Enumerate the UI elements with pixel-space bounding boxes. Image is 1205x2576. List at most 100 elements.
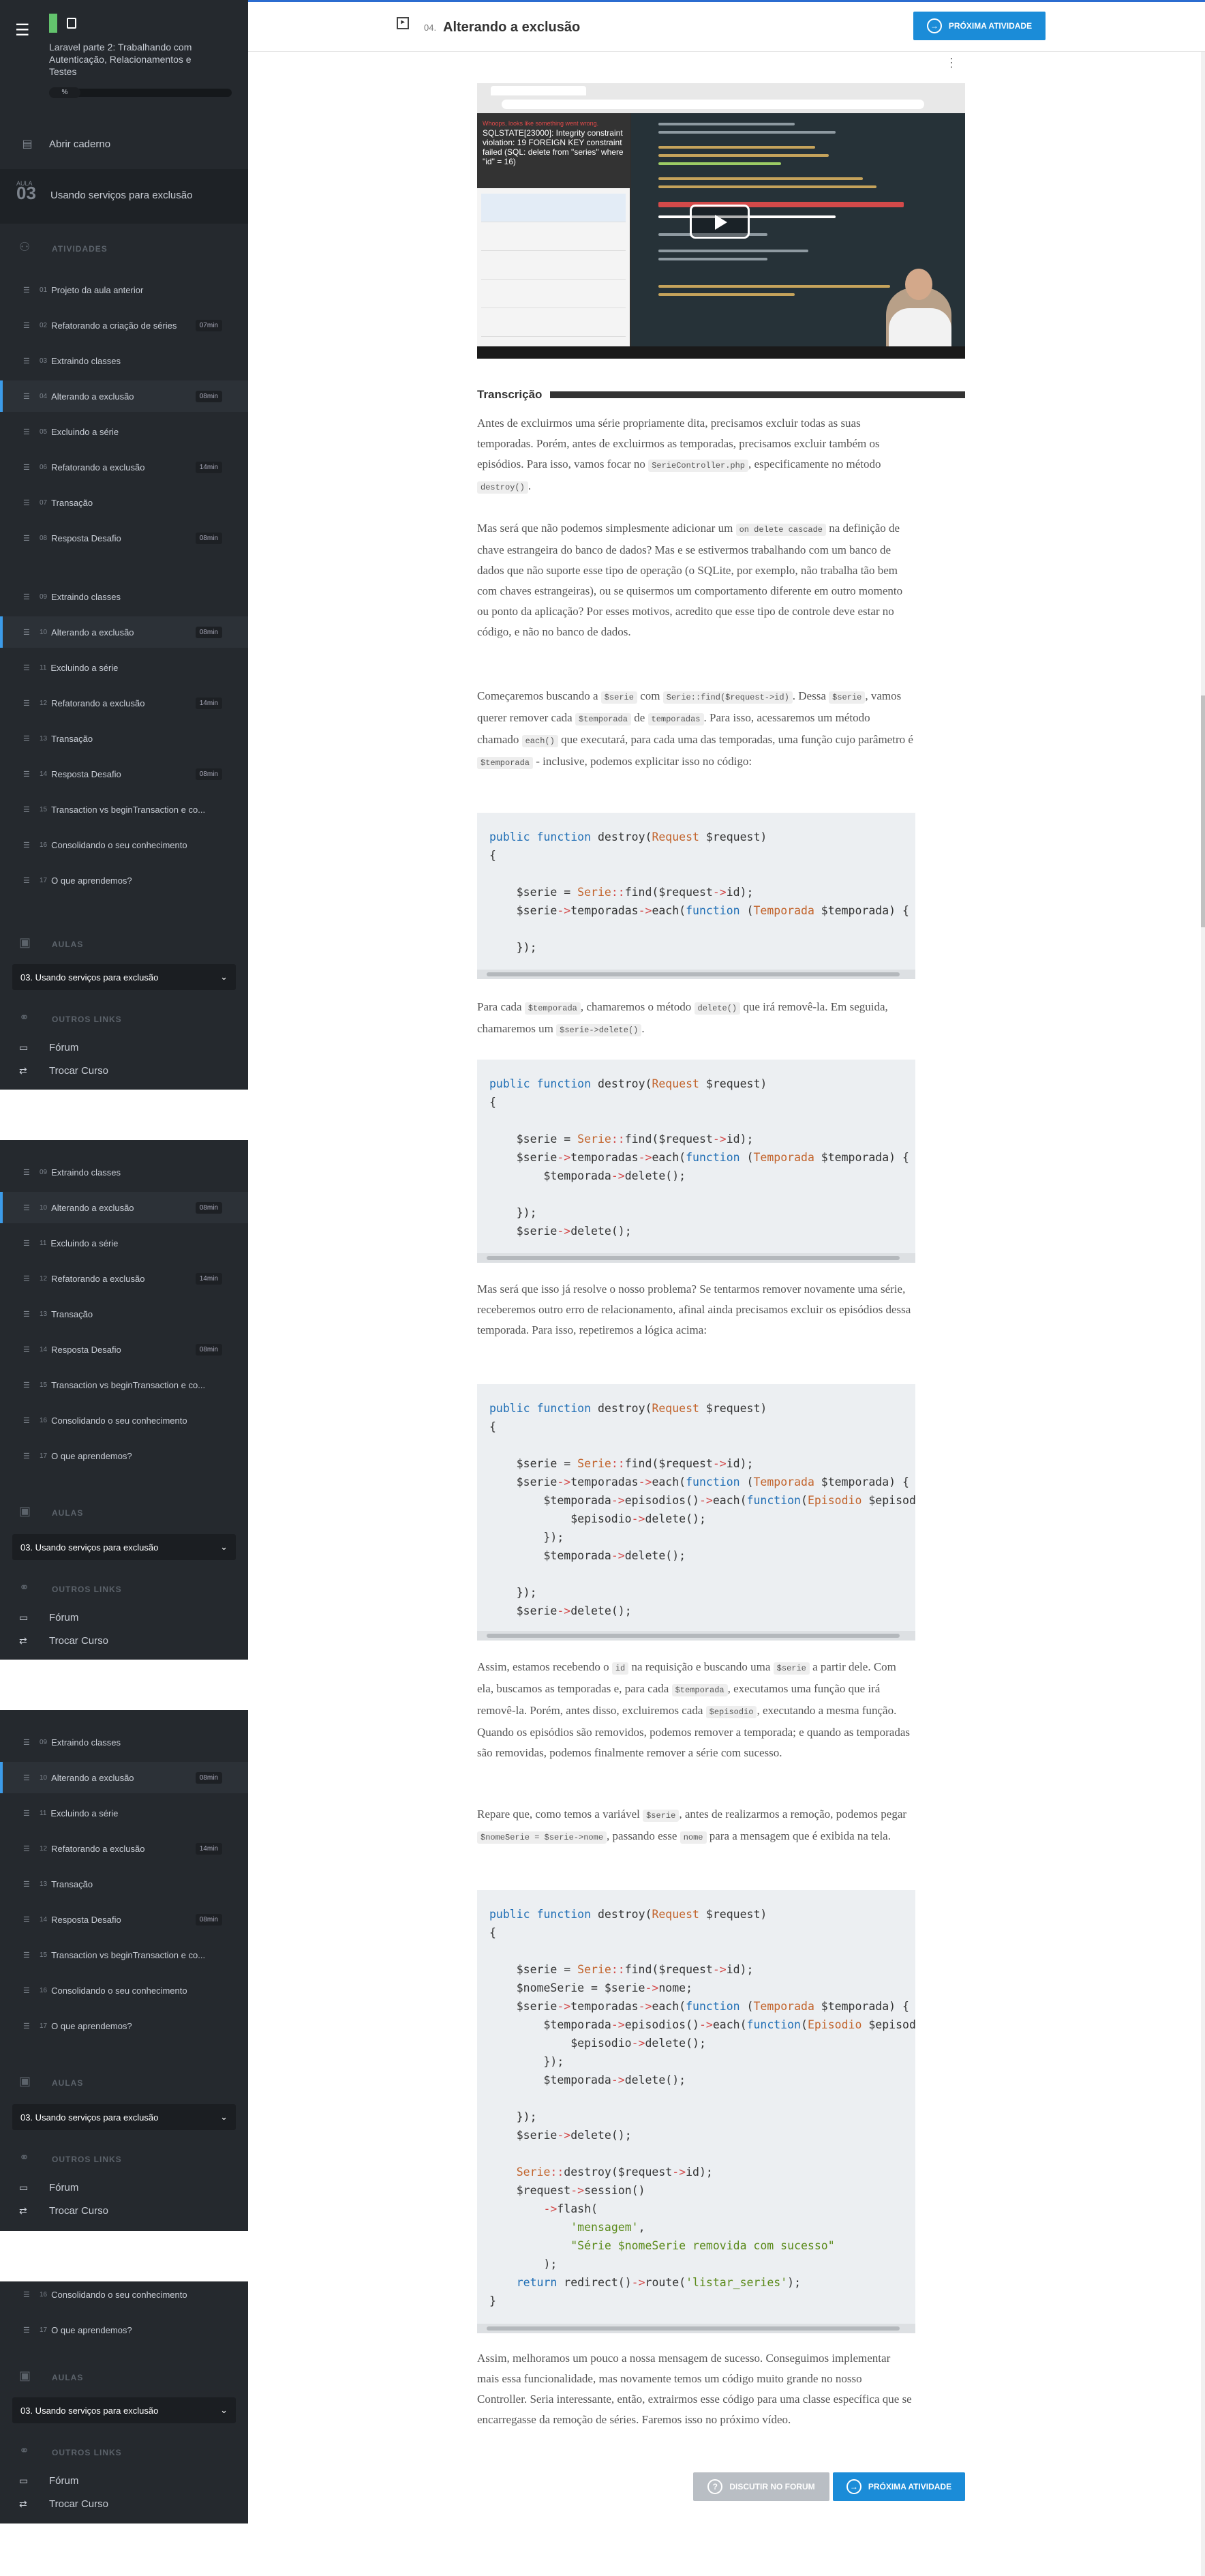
instructor-head [905, 269, 932, 300]
activity-item[interactable]: ☰ 04 Alterando a exclusão 08min [0, 380, 248, 412]
activity-item[interactable]: ☰ 16 Consolidando o seu conhecimento [0, 829, 248, 860]
menu-toggle-icon[interactable]: ☰ [15, 20, 40, 40]
activity-item[interactable]: ☰ 17 O que aprendemos? [0, 865, 248, 896]
activity-duration-badge: 08min [195, 532, 222, 544]
activity-item[interactable]: ☰ 12 Refatorando a exclusão 14min [0, 1263, 248, 1294]
transcript-paragraph: Começaremos buscando a $serie com Serie:… [477, 686, 913, 773]
activity-label: Refatorando a exclusão [51, 462, 145, 473]
video-error-box: Whoops, looks like something went wrong.… [477, 113, 630, 188]
code-line [658, 185, 876, 188]
lesson-select[interactable]: 03. Usando serviços para exclusão ⌄ [12, 2104, 236, 2130]
activity-list-icon: ☰ [23, 286, 30, 295]
instructor-shirt [889, 308, 951, 346]
video-stack-item [481, 194, 626, 222]
activity-item[interactable]: ☰ 02 Refatorando a criação de séries 07min [0, 310, 248, 341]
code-scrollbar[interactable] [477, 2324, 915, 2333]
switch-course-label: Trocar Curso [49, 2498, 108, 2510]
page-scrollbar-track[interactable] [1201, 0, 1205, 2576]
video-stack-item [481, 308, 626, 337]
activity-item[interactable]: ☰ 16 Consolidando o seu conhecimento [0, 2279, 248, 2310]
switch-course-link[interactable]: ⇄ Trocar Curso [19, 2498, 108, 2510]
activity-item[interactable]: ☰ 10 Alterando a exclusão 08min [0, 616, 248, 648]
activity-item[interactable]: ☰ 06 Refatorando a exclusão 14min [0, 451, 248, 483]
activity-item[interactable]: ☰ 13 Transação [0, 1868, 248, 1900]
code-scrollbar-thumb[interactable] [487, 1256, 900, 1260]
next-activity-button[interactable]: → PRÓXIMA ATIVIDADE [913, 12, 1046, 40]
activity-item[interactable]: ☰ 15 Transaction vs beginTransaction e co.… [0, 794, 248, 825]
paragraph-text: Repare que, como temos a variável [477, 1808, 643, 1821]
activity-number: 02 [40, 321, 48, 329]
switch-course-link[interactable]: ⇄ Trocar Curso [19, 2205, 108, 2217]
activity-item[interactable]: ☰ 12 Refatorando a exclusão 14min [0, 1833, 248, 1864]
code-scrollbar[interactable] [477, 1253, 915, 1263]
lesson-select[interactable]: 03. Usando serviços para exclusão ⌄ [12, 964, 236, 990]
activity-item[interactable]: ☰ 09 Extraindo classes [0, 1726, 248, 1758]
activity-item[interactable]: ☰ 11 Excluindo a série [0, 1227, 248, 1259]
video-browser-url [502, 100, 924, 109]
paragraph-text: de [630, 711, 648, 724]
lesson-select[interactable]: 03. Usando serviços para exclusão ⌄ [12, 1534, 236, 1560]
activity-item[interactable]: ☰ 09 Extraindo classes [0, 1156, 248, 1188]
code-scrollbar-thumb[interactable] [487, 2326, 900, 2331]
activity-number: 01 [40, 286, 48, 294]
activity-label: Extraindo classes [51, 355, 121, 366]
paragraph-text: Assim, estamos recebendo o [477, 1660, 612, 1673]
activity-list-icon: ☰ [23, 2022, 30, 2031]
play-icon[interactable] [690, 205, 750, 239]
activity-item[interactable]: ☰ 16 Consolidando o seu conhecimento [0, 1975, 248, 2006]
switch-course-link[interactable]: ⇄ Trocar Curso [19, 1065, 108, 1077]
activity-item[interactable]: ☰ 10 Alterando a exclusão 08min [0, 1762, 248, 1793]
forum-link[interactable]: ▭ Fórum [19, 2182, 78, 2193]
activity-item[interactable]: ☰ 01 Projeto da aula anterior [0, 274, 248, 305]
activity-item[interactable]: ☰ 03 Extraindo classes [0, 345, 248, 376]
activity-item[interactable]: ☰ 16 Consolidando o seu conhecimento [0, 1405, 248, 1436]
activity-item[interactable]: ☰ 12 Refatorando a exclusão 14min [0, 687, 248, 719]
activity-label: Resposta Desafio [51, 768, 121, 779]
links-icon: ⚭ [19, 2151, 30, 2164]
activity-item[interactable]: ☰ 17 O que aprendemos? [0, 2314, 248, 2346]
video-player[interactable]: Whoops, looks like something went wrong.… [477, 83, 965, 359]
video-browser-chrome [477, 83, 965, 113]
lessons-heading: AULAS [52, 1508, 84, 1518]
activity-item[interactable]: ☰ 11 Excluindo a série [0, 1797, 248, 1829]
lesson-select[interactable]: 03. Usando serviços para exclusão ⌄ [12, 2397, 236, 2423]
chat-icon: ▭ [19, 2475, 29, 2486]
activity-item[interactable]: ☰ 14 Resposta Desafio 08min [0, 1904, 248, 1935]
activity-item[interactable]: ☰ 05 Excluindo a série [0, 416, 248, 447]
activity-item[interactable]: ☰ 13 Transação [0, 723, 248, 754]
activity-item[interactable]: ☰ 08 Resposta Desafio 08min [0, 522, 248, 554]
code-scrollbar[interactable] [477, 970, 915, 979]
activity-number: 13 [40, 734, 48, 743]
activity-item[interactable]: ☰ 13 Transação [0, 1298, 248, 1330]
activity-item[interactable]: ☰ 15 Transaction vs beginTransaction e co.… [0, 1939, 248, 1971]
course-title[interactable]: Laravel parte 2: Trabalhando com Autenti… [49, 41, 213, 78]
activity-item[interactable]: ☰ 10 Alterando a exclusão 08min [0, 1192, 248, 1223]
forum-link[interactable]: ▭ Fórum [19, 1612, 78, 1623]
forum-link[interactable]: ▭ Fórum [19, 2475, 78, 2487]
inline-code: $temporada [575, 713, 631, 725]
activity-item[interactable]: ☰ 14 Resposta Desafio 08min [0, 758, 248, 790]
activity-number: 06 [40, 463, 48, 471]
code-scrollbar-thumb[interactable] [487, 972, 900, 976]
activity-item[interactable]: ☰ 17 O que aprendemos? [0, 2010, 248, 2041]
activity-label: Transação [51, 1308, 93, 1319]
open-notebook-link[interactable]: ▤ Abrir caderno [0, 134, 248, 154]
activity-duration-badge: 08min [195, 626, 222, 638]
page-scrollbar-thumb[interactable] [1201, 695, 1205, 927]
activity-item[interactable]: ☰ 07 Transação [0, 487, 248, 518]
discuss-forum-button[interactable]: ? DISCUTIR NO FORUM [693, 2472, 829, 2501]
activity-item[interactable]: ☰ 11 Excluindo a série [0, 652, 248, 683]
switch-course-link[interactable]: ⇄ Trocar Curso [19, 1635, 108, 1647]
inline-code: temporadas [647, 713, 704, 725]
sidebar-fragment: ☰ 16 Consolidando o seu conhecimento ☰ 17 O q… [0, 2281, 248, 2523]
code-scrollbar-thumb[interactable] [487, 1634, 900, 1638]
more-options-icon[interactable]: ⋮ [943, 56, 960, 70]
activity-item[interactable]: ☰ 14 Resposta Desafio 08min [0, 1334, 248, 1365]
forum-link[interactable]: ▭ Fórum [19, 1042, 78, 1053]
next-activity-button-bottom[interactable]: → PRÓXIMA ATIVIDADE [833, 2472, 965, 2501]
inline-code: id [611, 1662, 629, 1675]
activity-item[interactable]: ☰ 17 O que aprendemos? [0, 1440, 248, 1471]
activity-item[interactable]: ☰ 15 Transaction vs beginTransaction e co.… [0, 1369, 248, 1401]
activity-item[interactable]: ☰ 09 Extraindo classes [0, 581, 248, 612]
code-scrollbar[interactable] [477, 1631, 915, 1641]
